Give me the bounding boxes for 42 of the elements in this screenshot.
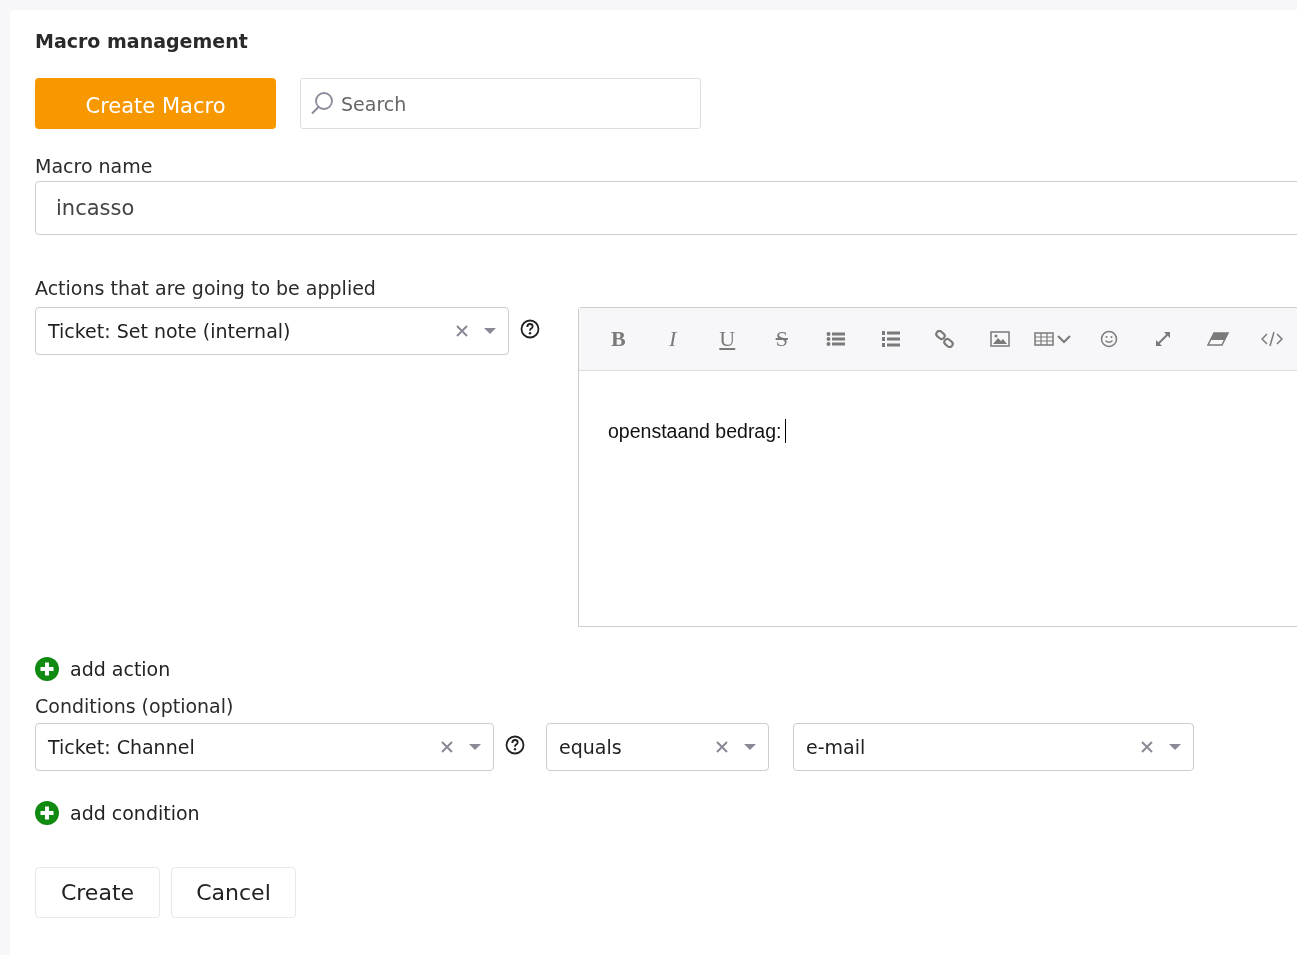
bold-button[interactable]: B [591, 319, 646, 359]
clear-icon[interactable] [1141, 741, 1153, 753]
dropdown-select[interactable]: e-mail [793, 723, 1194, 771]
macro-name-label: Macro name [35, 155, 154, 177]
clear-icon[interactable] [441, 741, 453, 753]
caret-icon[interactable] [484, 328, 496, 334]
clear-icon[interactable] [456, 325, 468, 337]
italic-button[interactable]: I [645, 319, 700, 359]
add-condition-button[interactable]: add condition [35, 801, 200, 825]
rich-text-editor[interactable]: B I U S openstaand bedrag: [578, 307, 1297, 627]
search-icon [310, 91, 334, 115]
search-field[interactable]: Search [300, 78, 701, 129]
dropdown-select[interactable]: Ticket: Channel [35, 723, 494, 771]
dropdown-select[interactable]: Ticket: Set note (internal) [35, 307, 509, 355]
code-icon[interactable] [1261, 331, 1284, 347]
help-icon[interactable] [505, 735, 525, 755]
underline-button[interactable]: U [700, 319, 755, 359]
form-button[interactable]: Cancel [171, 867, 296, 918]
editor-text: openstaand bedrag: [608, 419, 782, 443]
link-icon[interactable] [935, 330, 956, 348]
add-action-button[interactable]: add action [35, 657, 171, 681]
clear-icon[interactable] [716, 741, 728, 753]
caret-icon[interactable] [469, 744, 481, 750]
plus-circle-icon [35, 801, 59, 825]
dropdown-select[interactable]: equals [546, 723, 769, 771]
strikethrough-button[interactable]: S [754, 319, 809, 359]
caret-icon[interactable] [1169, 744, 1181, 750]
smiley-icon[interactable] [1099, 330, 1118, 348]
image-icon[interactable] [989, 331, 1010, 347]
macro-name-field[interactable]: incasso [35, 181, 1297, 235]
actions-label: Actions that are going to be applied [35, 277, 377, 299]
text-cursor [785, 419, 787, 443]
form-button[interactable]: Create [35, 867, 160, 918]
help-icon[interactable] [520, 319, 540, 339]
conditions-label: Conditions (optional) [35, 695, 235, 717]
page-title: Macro management [35, 29, 249, 54]
caret-icon[interactable] [744, 744, 756, 750]
plus-circle-icon [35, 657, 59, 681]
bullet-list-icon[interactable] [826, 331, 847, 347]
expand-icon[interactable] [1154, 330, 1173, 348]
eraser-icon[interactable] [1206, 332, 1229, 346]
numbered-list-icon[interactable] [880, 330, 901, 348]
